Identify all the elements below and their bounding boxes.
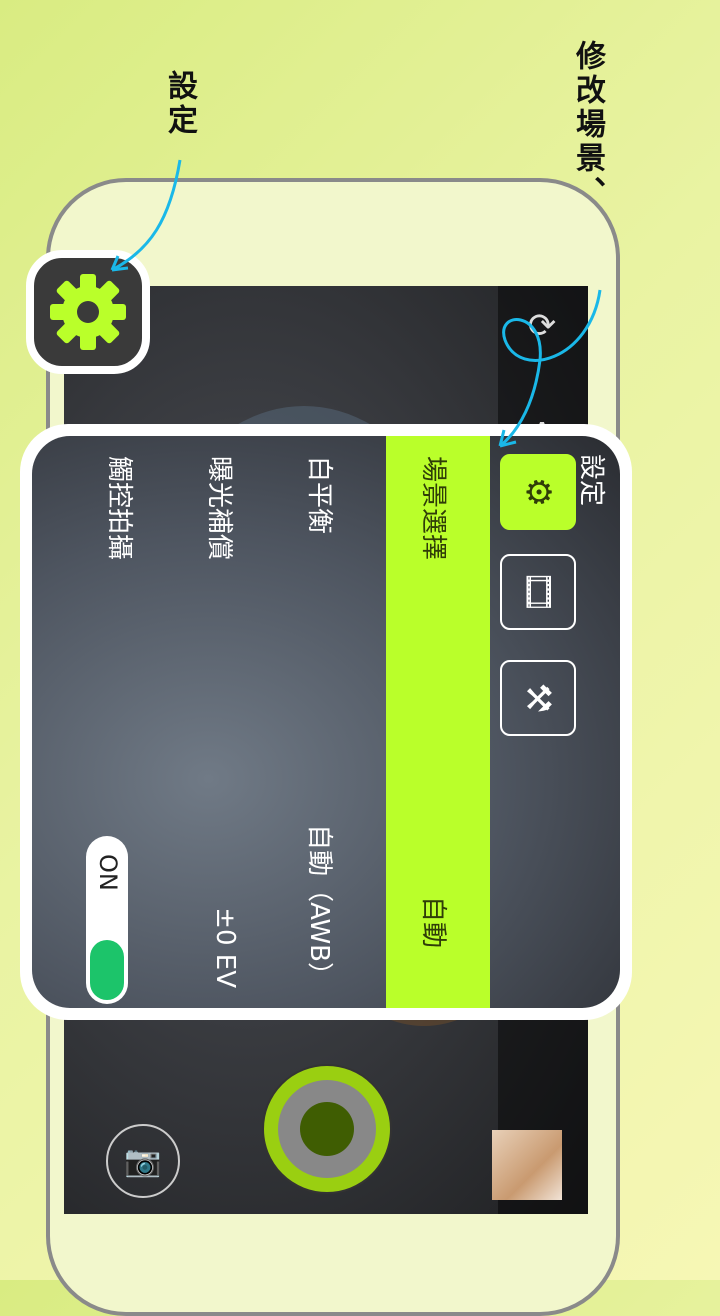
camera-icon: 📷 xyxy=(124,1143,162,1179)
video-tab[interactable]: 🎞 xyxy=(500,554,576,630)
touch-shoot-toggle[interactable]: ON xyxy=(86,836,128,1004)
settings-panel-body: 設定 ⚙ 🎞 ⚒ 場景選擇 自動 白平衡 自動（AWB） 曝光補償 ±0 EV xyxy=(32,436,620,1008)
exposure-value: ±0 EV xyxy=(210,907,240,988)
touch-shoot-label: 觸控拍攝 xyxy=(104,456,134,561)
settings-panel: 設定 ⚙ 🎞 ⚒ 場景選擇 自動 白平衡 自動（AWB） 曝光補償 ±0 EV xyxy=(20,424,632,1020)
toggle-knob xyxy=(90,940,124,1000)
camera-gear-icon: ⚙ xyxy=(518,476,558,508)
white-balance-value: 自動（AWB） xyxy=(304,824,334,988)
shutter-core xyxy=(300,1102,354,1156)
gallery-thumbnail[interactable] xyxy=(492,1130,562,1200)
panel-title: 設定 xyxy=(576,454,606,507)
scene-select-label: 場景選擇 xyxy=(418,456,448,561)
switch-camera-button[interactable]: 📷 xyxy=(106,1124,180,1198)
shutter-button[interactable] xyxy=(262,1064,392,1194)
white-balance-row[interactable]: 白平衡 自動（AWB） xyxy=(280,436,370,1008)
toggle-state-text: ON xyxy=(94,854,122,891)
settings-panel-content: 設定 ⚙ 🎞 ⚒ 場景選擇 自動 白平衡 自動（AWB） 曝光補償 ±0 EV xyxy=(32,436,620,1008)
exposure-label: 曝光補償 xyxy=(204,456,234,561)
tools-icon: ⚒ xyxy=(518,682,558,714)
film-icon: 🎞 xyxy=(518,570,558,614)
settings-annotation: 設定 xyxy=(162,70,197,138)
gear-icon xyxy=(50,274,126,350)
tools-tab[interactable]: ⚒ xyxy=(500,660,576,736)
white-balance-label: 白平衡 xyxy=(304,456,334,535)
shutter-ring xyxy=(278,1080,376,1178)
rotate-camera-icon[interactable]: ⟳ xyxy=(512,306,572,346)
scene-select-row[interactable]: 場景選擇 自動 xyxy=(386,436,490,1008)
scene-select-value: 自動 xyxy=(418,895,448,948)
page: { "annotations": { "settings_note": "設定"… xyxy=(0,0,720,1316)
scene-settings-tab[interactable]: ⚙ xyxy=(500,454,576,530)
exposure-row[interactable]: 曝光補償 ±0 EV xyxy=(180,436,270,1008)
settings-button[interactable] xyxy=(26,250,150,374)
